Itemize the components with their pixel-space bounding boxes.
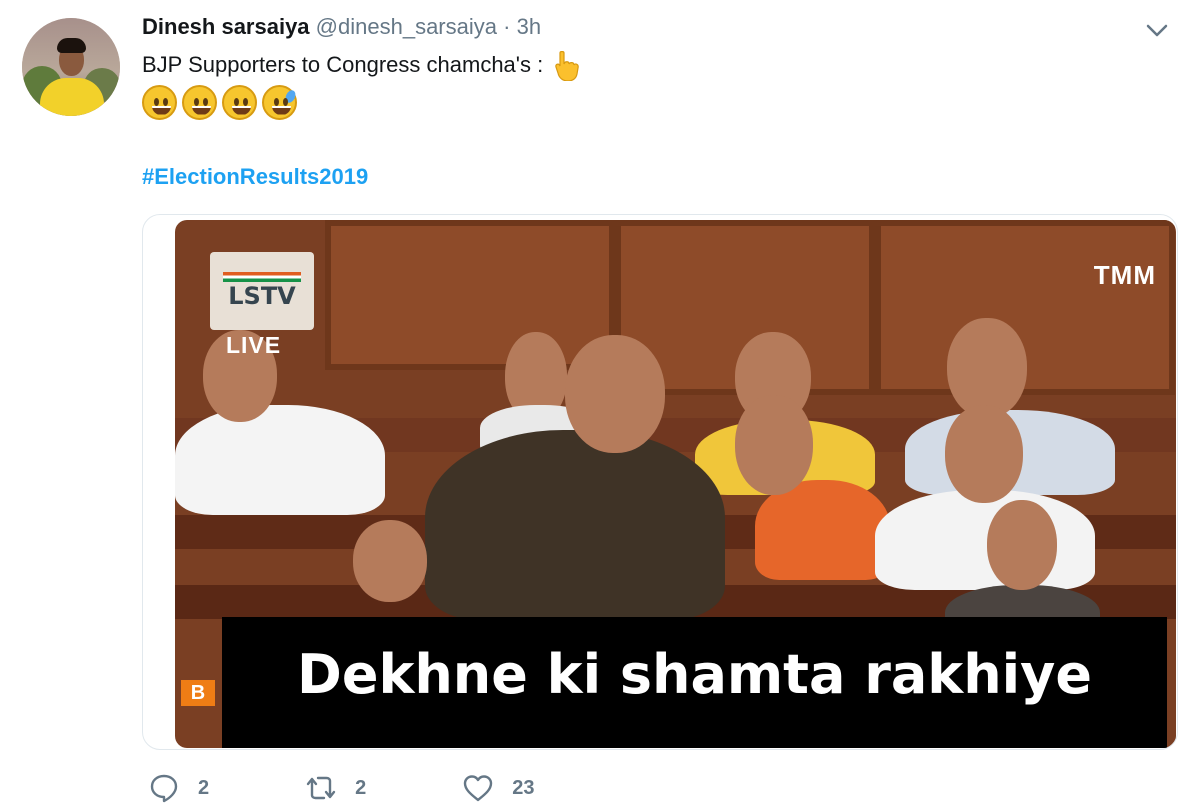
avatar-shirt xyxy=(40,78,104,116)
member-head xyxy=(735,395,813,495)
logo-stripes xyxy=(223,272,301,282)
tweet-text-body: BJP Supporters to Congress chamcha's : xyxy=(142,52,544,77)
separator-dot: · xyxy=(503,14,511,39)
grinning-face-icon xyxy=(222,84,257,120)
member-head xyxy=(945,405,1023,503)
author-handle[interactable]: @dinesh_sarsaiya xyxy=(316,14,497,39)
avatar-hair xyxy=(57,38,86,53)
caption-text: Dekhne ki shamta rakhiye xyxy=(297,643,1092,706)
channel-logo: LSTV xyxy=(210,252,314,330)
tweet-time[interactable]: 3h xyxy=(517,14,541,39)
seated-member xyxy=(875,490,1095,590)
hashtag-link[interactable]: #ElectionResults2019 xyxy=(142,162,368,192)
reply-button[interactable]: 2 xyxy=(148,772,209,804)
caption-box: Dekhne ki shamta rakhiye xyxy=(222,617,1167,748)
grinning-face-icon xyxy=(182,84,217,120)
wood-panel-1 xyxy=(325,220,615,370)
grinning-face-icon xyxy=(142,84,177,120)
emoji-mouth xyxy=(232,105,251,115)
member-head xyxy=(987,500,1057,590)
emoji-mouth xyxy=(152,105,171,115)
tweet-actions: 2 2 23 xyxy=(148,771,535,805)
reply-count: 2 xyxy=(198,776,210,799)
standing-speaker xyxy=(425,430,725,620)
backhand-index-pointing-down-icon xyxy=(555,51,580,82)
reply-icon xyxy=(150,774,178,803)
grinning-face-with-sweat-icon xyxy=(262,84,298,120)
seated-member xyxy=(175,405,385,515)
emoji-mouth xyxy=(272,105,291,115)
chevron-down-icon[interactable] xyxy=(1142,18,1172,42)
seated-member xyxy=(755,480,890,580)
heart-icon xyxy=(464,775,493,802)
retweet-count: 2 xyxy=(355,776,367,799)
member-head xyxy=(353,520,427,602)
retweet-button[interactable]: 2 xyxy=(305,772,366,804)
emoji-mouth xyxy=(192,105,211,115)
member-head xyxy=(947,318,1027,418)
sweat-drop xyxy=(283,88,298,104)
tweet-text: BJP Supporters to Congress chamcha's : xyxy=(142,50,580,82)
retweet-icon xyxy=(306,776,336,800)
video-thumbnail[interactable]: LSTV LIVE TMM B Dekhne ki shamta rakhiye xyxy=(175,220,1176,748)
avatar[interactable] xyxy=(22,18,120,116)
live-label: LIVE xyxy=(226,332,282,358)
channel-logo-text: LSTV xyxy=(228,282,296,310)
emoji-row xyxy=(142,84,298,120)
speaker-head xyxy=(565,335,665,453)
watermark: TMM xyxy=(1093,260,1156,290)
like-count: 23 xyxy=(512,776,535,799)
corner-badge: B xyxy=(181,680,215,706)
tweet-header: Dinesh sarsaiya @dinesh_sarsaiya · 3h xyxy=(142,12,541,42)
like-button[interactable]: 23 xyxy=(462,772,535,804)
author-name[interactable]: Dinesh sarsaiya xyxy=(142,14,310,39)
media-card[interactable]: LSTV LIVE TMM B Dekhne ki shamta rakhiye xyxy=(142,214,1178,750)
